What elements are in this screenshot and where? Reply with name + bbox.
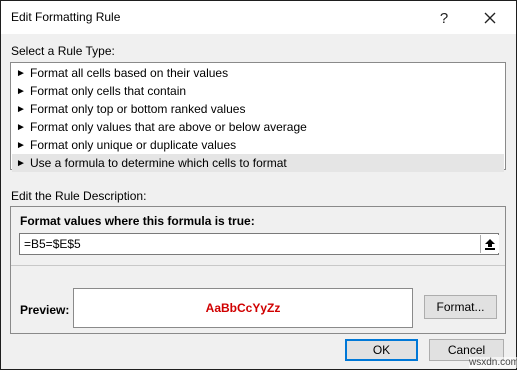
select-rule-type-label: Select a Rule Type: — [11, 44, 115, 58]
collapse-arrow-icon — [485, 238, 495, 250]
format-button[interactable]: Format... — [424, 295, 497, 319]
help-icon: ? — [439, 9, 449, 27]
preview-label: Preview: — [20, 303, 70, 317]
formula-input[interactable]: =B5=$E$5 — [19, 233, 499, 255]
help-button[interactable]: ? — [427, 6, 461, 30]
collapse-dialog-button[interactable] — [480, 235, 499, 253]
rule-type-list[interactable]: ► Format all cells based on their values… — [10, 62, 506, 172]
preview-box: AaBbCcYyZz — [73, 288, 413, 328]
close-icon — [484, 12, 496, 24]
edit-formatting-rule-dialog: Edit Formatting Rule ? Select a Rule Typ… — [0, 0, 517, 370]
rule-type-item-all-cells[interactable]: ► Format all cells based on their values — [12, 64, 504, 82]
dialog-title: Edit Formatting Rule — [11, 10, 121, 24]
arrow-icon: ► — [16, 67, 26, 79]
preview-sample-text: AaBbCcYyZz — [205, 301, 281, 315]
rule-type-item-label: Format only cells that contain — [30, 84, 187, 98]
rule-type-item-top-bottom[interactable]: ► Format only top or bottom ranked value… — [12, 100, 504, 118]
arrow-icon: ► — [16, 157, 26, 169]
rule-type-item-use-formula[interactable]: ► Use a formula to determine which cells… — [12, 154, 504, 172]
rule-type-item-label: Format all cells based on their values — [30, 66, 229, 80]
arrow-icon: ► — [16, 139, 26, 151]
rule-description-panel: Format values where this formula is true… — [10, 206, 506, 334]
title-bar: Edit Formatting Rule ? — [1, 1, 516, 34]
rule-type-item-cells-that-contain[interactable]: ► Format only cells that contain — [12, 82, 504, 100]
arrow-icon: ► — [16, 85, 26, 97]
arrow-icon: ► — [16, 103, 26, 115]
formula-label: Format values where this formula is true… — [20, 214, 255, 228]
arrow-icon: ► — [16, 121, 26, 133]
divider — [11, 265, 505, 266]
rule-type-item-label: Format only values that are above or bel… — [30, 120, 307, 134]
watermark: wsxdn.com — [469, 357, 517, 368]
rule-type-item-label: Format only top or bottom ranked values — [30, 102, 246, 116]
rule-type-item-label: Format only unique or duplicate values — [30, 138, 237, 152]
ok-button[interactable]: OK — [345, 339, 418, 361]
close-button[interactable] — [473, 6, 507, 30]
rule-type-item-label: Use a formula to determine which cells t… — [30, 156, 287, 170]
rule-type-item-above-below-average[interactable]: ► Format only values that are above or b… — [12, 118, 504, 136]
edit-rule-description-label: Edit the Rule Description: — [11, 189, 147, 203]
rule-type-item-unique-duplicate[interactable]: ► Format only unique or duplicate values — [12, 136, 504, 154]
